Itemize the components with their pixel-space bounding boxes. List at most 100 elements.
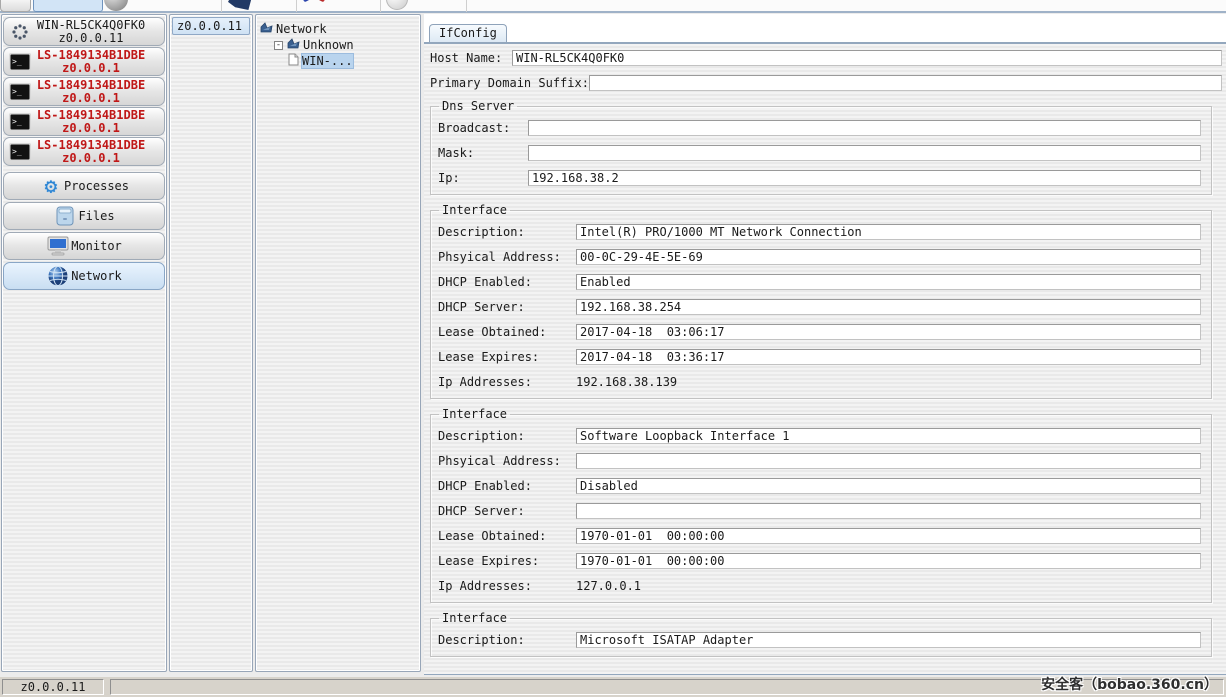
host-list-item[interactable]: z0.0.0.11 <box>172 17 250 35</box>
toolbar-pressed-tab-button[interactable] <box>33 0 103 12</box>
host-button[interactable]: WIN-RL5CK4Q0FK0 z0.0.0.11 <box>3 17 165 46</box>
field-label: DHCP Enabled: <box>438 274 532 289</box>
interface-group: Interface Description: Intel(R) PRO/1000 M… <box>430 203 1212 399</box>
field-value-box[interactable]: 1970-01-01 00:00:00 <box>576 552 1201 569</box>
sidebar: WIN-RL5CK4Q0FK0 z0.0.0.11 >_ LS-1849134B1DB… <box>1 14 167 672</box>
sidebar-item-network[interactable]: Network <box>3 262 165 290</box>
field-row: Mask: <box>438 144 1203 161</box>
sidebar-item-files[interactable]: Files <box>3 202 165 230</box>
field-label: Broadcast: <box>438 120 511 135</box>
field-value-box[interactable]: 00-0C-29-4E-5E-69 <box>576 248 1201 265</box>
sidebar-item-label: Monitor <box>71 239 122 253</box>
group-title: Dns Server <box>442 99 515 113</box>
field-value-box[interactable]: Disabled <box>576 477 1201 494</box>
dns-server-group: Dns Server Broadcast: Mask: Ip: 192.168.38.2 <box>430 99 1212 195</box>
host-button-label: LS-1849134B1DBE z0.0.0.1 <box>36 137 146 165</box>
field-value-box[interactable] <box>576 452 1201 469</box>
status-cell-ip: z0.0.0.11 <box>2 679 104 695</box>
field-value-box[interactable]: 1970-01-01 00:00:00 <box>576 527 1201 544</box>
ifconfig-content: Host Name: WIN-RL5CK4Q0FK0 Primary Domai… <box>424 42 1226 674</box>
field-row: Ip: 192.168.38.2 <box>438 169 1203 186</box>
tree-expander-icon[interactable]: - <box>274 40 283 50</box>
field-row: Phsyical Address: 00-0C-29-4E-5E-69 <box>438 248 1203 265</box>
field-value-box[interactable]: Enabled <box>576 273 1201 290</box>
toolbar-ghost-button[interactable] <box>0 0 31 12</box>
field-label: Phsyical Address: <box>438 453 561 468</box>
grey-sphere-icon[interactable] <box>104 0 128 11</box>
tree-item-network[interactable]: Network <box>260 21 418 37</box>
field-value-box[interactable] <box>528 144 1201 161</box>
field-value-box[interactable]: 192.168.38.2 <box>528 169 1201 186</box>
field-row: Lease Expires: 1970-01-01 00:00:00 <box>438 552 1203 569</box>
files-icon <box>53 204 77 228</box>
field-row: Lease Obtained: 1970-01-01 00:00:00 <box>438 527 1203 544</box>
field-label: Phsyical Address: <box>438 249 561 264</box>
svg-text:>_: >_ <box>12 57 22 66</box>
host-button[interactable]: >_ LS-1849134B1DBE z0.0.0.1 <box>3 77 165 106</box>
field-label: DHCP Server: <box>438 503 525 518</box>
field-label: Lease Obtained: <box>438 528 547 543</box>
tree-item-unknown[interactable]: - Unknown <box>260 37 418 53</box>
field-value-text: 127.0.0.1 <box>576 578 642 593</box>
field-row: DHCP Enabled: Enabled <box>438 273 1203 290</box>
host-button[interactable]: >_ LS-1849134B1DBE z0.0.0.1 <box>3 107 165 136</box>
globe-icon <box>46 264 70 288</box>
field-label: Ip: <box>438 170 460 185</box>
field-value-text: 192.168.38.139 <box>576 374 678 389</box>
field-value-box[interactable] <box>576 502 1201 519</box>
field-label: Lease Expires: <box>438 553 540 568</box>
field-value-box[interactable]: 2017-04-18 03:36:17 <box>576 348 1201 365</box>
field-row: Description: Software Loopback Interface … <box>438 427 1203 444</box>
monitor-icon <box>46 234 70 258</box>
network-tree: Network - Unknown WIN-... <box>255 14 421 672</box>
field-value-box[interactable]: Microsoft ISATAP Adapter <box>576 631 1201 648</box>
field-value-box[interactable]: 192.168.38.254 <box>576 298 1201 315</box>
document-icon <box>288 53 299 69</box>
field-row: DHCP Server: <box>438 502 1203 519</box>
svg-text:>_: >_ <box>12 117 22 126</box>
field-row: Description: Microsoft ISATAP Adapter <box>438 631 1203 648</box>
field-label: DHCP Server: <box>438 299 525 314</box>
field-value-box[interactable]: 2017-04-18 03:06:17 <box>576 323 1201 340</box>
interface-group: Interface Description: Microsoft ISATAP Ad… <box>430 611 1212 657</box>
field-label: Ip Addresses: <box>438 374 532 389</box>
group-title: Interface <box>442 407 508 421</box>
tree-item-win-[interactable]: WIN-... <box>260 53 418 69</box>
host-button-label: WIN-RL5CK4Q0FK0 z0.0.0.11 <box>36 17 146 45</box>
network-node-icon <box>260 21 273 37</box>
field-value-box[interactable] <box>528 119 1201 136</box>
field-label: Description: <box>438 224 525 239</box>
spinner-icon <box>8 20 32 44</box>
gear-icon: ⚙ <box>44 173 58 198</box>
field-row: Broadcast: <box>438 119 1203 136</box>
light-sphere-icon[interactable] <box>386 0 408 10</box>
field-label: DHCP Enabled: <box>438 478 532 493</box>
sidebar-item-label: Processes <box>63 179 130 193</box>
host-button-label: LS-1849134B1DBE z0.0.0.1 <box>36 77 146 105</box>
tree-item-label: Unknown <box>303 38 354 52</box>
host-button-label: LS-1849134B1DBE z0.0.0.1 <box>36 47 146 75</box>
field-label: Lease Expires: <box>438 349 540 364</box>
terminal-icon: >_ <box>8 110 32 134</box>
host-button[interactable]: >_ LS-1849134B1DBE z0.0.0.1 <box>3 47 165 76</box>
field-value-box[interactable]: Software Loopback Interface 1 <box>576 427 1201 444</box>
field-label: Ip Addresses: <box>438 578 532 593</box>
host-button-label: LS-1849134B1DBE z0.0.0.1 <box>36 107 146 135</box>
svg-text:>_: >_ <box>12 87 22 96</box>
host-name-field[interactable]: WIN-RL5CK4Q0FK0 <box>512 49 1222 66</box>
sidebar-item-label: Network <box>71 269 122 283</box>
sidebar-item-monitor[interactable]: Monitor <box>3 232 165 260</box>
field-row: Lease Expires: 2017-04-18 03:36:17 <box>438 348 1203 365</box>
field-value-box[interactable]: Intel(R) PRO/1000 MT Network Connection <box>576 223 1201 240</box>
tools-icon[interactable] <box>300 0 326 10</box>
toolbar-separator <box>296 0 297 12</box>
host-name-label: Host Name: <box>430 50 503 65</box>
tab-ifconfig[interactable]: IfConfig <box>429 24 507 42</box>
sidebar-item-processes[interactable]: ⚙ Processes <box>3 172 165 200</box>
primary-domain-suffix-field[interactable] <box>589 74 1222 91</box>
tree-item-label: Network <box>276 22 327 36</box>
flag-icon[interactable] <box>228 0 252 10</box>
field-row: DHCP Server: 192.168.38.254 <box>438 298 1203 315</box>
field-row: Lease Obtained: 2017-04-18 03:06:17 <box>438 323 1203 340</box>
host-button[interactable]: >_ LS-1849134B1DBE z0.0.0.1 <box>3 137 165 166</box>
